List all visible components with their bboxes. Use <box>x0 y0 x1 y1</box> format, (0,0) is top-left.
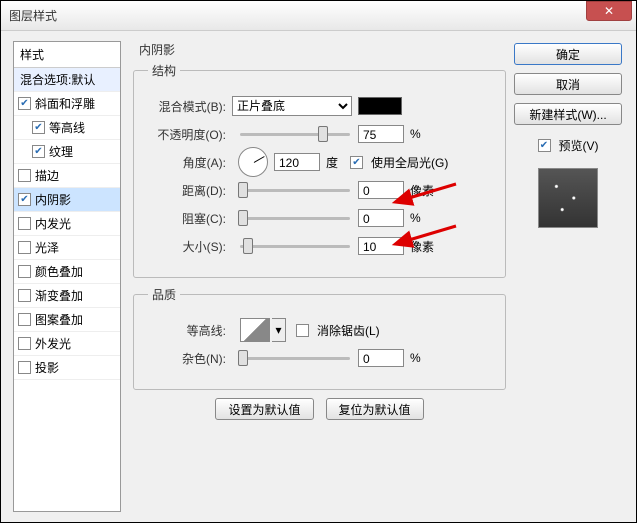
contour-dropdown-icon[interactable]: ▾ <box>272 318 286 342</box>
noise-input[interactable]: 0 <box>358 349 404 367</box>
panel-title: 内阴影 <box>133 41 506 58</box>
style-item-label: 内发光 <box>35 215 71 232</box>
style-item-9[interactable]: 图案叠加 <box>14 308 120 332</box>
blend-mode-select[interactable]: 正片叠底 <box>232 96 352 116</box>
ok-button[interactable]: 确定 <box>514 43 622 65</box>
close-icon: ✕ <box>604 4 614 18</box>
opacity-input[interactable]: 75 <box>358 125 404 143</box>
settings-panel: 内阴影 结构 混合模式(B): 正片叠底 不透明度(O): 75 % <box>129 41 510 512</box>
style-item-6[interactable]: 光泽 <box>14 236 120 260</box>
style-list[interactable]: 样式 混合选项:默认 ✔ 斜面和浮雕 ✔ 等高线 ✔ 纹理描边 ✔ 内阴影内发光光泽颜色叠加渐… <box>13 41 121 512</box>
blend-options-default[interactable]: 混合选项:默认 <box>14 68 120 92</box>
style-item-5[interactable]: 内发光 <box>14 212 120 236</box>
style-item-3[interactable]: 描边 <box>14 164 120 188</box>
make-default-button[interactable]: 设置为默认值 <box>215 398 313 420</box>
style-item-checkbox[interactable] <box>18 169 31 182</box>
dialog-buttons: 确定 取消 新建样式(W)... ✔ 预览(V) <box>510 41 626 512</box>
preview-thumbnail <box>538 168 598 228</box>
cancel-button[interactable]: 取消 <box>514 73 622 95</box>
style-item-checkbox[interactable] <box>18 313 31 326</box>
contour-label: 等高线: <box>148 322 226 339</box>
size-label: 大小(S): <box>148 238 226 255</box>
size-input[interactable]: 10 <box>358 237 404 255</box>
opacity-slider[interactable] <box>240 133 350 136</box>
style-item-checkbox[interactable]: ✔ <box>32 121 45 134</box>
close-button[interactable]: ✕ <box>586 1 632 21</box>
style-item-7[interactable]: 颜色叠加 <box>14 260 120 284</box>
style-item-label: 投影 <box>35 359 59 376</box>
style-item-label: 图案叠加 <box>35 311 83 328</box>
distance-unit: 像素 <box>410 182 450 199</box>
angle-unit: 度 <box>326 154 350 171</box>
style-item-label: 纹理 <box>49 143 73 160</box>
style-item-label: 颜色叠加 <box>35 263 83 280</box>
style-item-label: 光泽 <box>35 239 59 256</box>
window-title: 图层样式 <box>9 7 586 24</box>
style-item-checkbox[interactable] <box>18 289 31 302</box>
antialias-checkbox[interactable] <box>296 324 309 337</box>
style-item-label: 描边 <box>35 167 59 184</box>
style-item-label: 内阴影 <box>35 191 71 208</box>
style-item-checkbox[interactable] <box>18 337 31 350</box>
style-item-label: 等高线 <box>49 119 85 136</box>
noise-unit: % <box>410 351 450 365</box>
style-item-checkbox[interactable] <box>18 217 31 230</box>
size-slider[interactable] <box>240 245 350 248</box>
angle-label: 角度(A): <box>148 154 226 171</box>
size-unit: 像素 <box>410 238 450 255</box>
choke-label: 阻塞(C): <box>148 210 226 227</box>
blend-mode-label: 混合模式(B): <box>148 98 226 115</box>
style-item-checkbox[interactable]: ✔ <box>18 193 31 206</box>
style-item-2[interactable]: ✔ 纹理 <box>14 140 120 164</box>
distance-input[interactable]: 0 <box>358 181 404 199</box>
choke-unit: % <box>410 211 450 225</box>
distance-slider[interactable] <box>240 189 350 192</box>
style-item-label: 渐变叠加 <box>35 287 83 304</box>
preview-checkbox[interactable]: ✔ <box>538 139 551 152</box>
quality-legend: 品质 <box>148 286 180 303</box>
reset-default-button[interactable]: 复位为默认值 <box>326 398 424 420</box>
style-item-checkbox[interactable] <box>18 265 31 278</box>
choke-input[interactable]: 0 <box>358 209 404 227</box>
choke-slider[interactable] <box>240 217 350 220</box>
distance-label: 距离(D): <box>148 182 226 199</box>
antialias-label: 消除锯齿(L) <box>317 322 380 339</box>
style-item-11[interactable]: 投影 <box>14 356 120 380</box>
global-light-label: 使用全局光(G) <box>371 154 448 171</box>
layer-style-dialog: 图层样式 ✕ 样式 混合选项:默认 ✔ 斜面和浮雕 ✔ 等高线 ✔ 纹理描边 ✔ 内阴影内发光… <box>0 0 637 523</box>
noise-slider[interactable] <box>240 357 350 360</box>
style-item-1[interactable]: ✔ 等高线 <box>14 116 120 140</box>
angle-dial[interactable] <box>238 147 268 177</box>
noise-label: 杂色(N): <box>148 350 226 367</box>
style-item-0[interactable]: ✔ 斜面和浮雕 <box>14 92 120 116</box>
style-item-checkbox[interactable]: ✔ <box>32 145 45 158</box>
titlebar[interactable]: 图层样式 ✕ <box>1 1 636 31</box>
style-item-label: 斜面和浮雕 <box>35 95 95 112</box>
style-item-8[interactable]: 渐变叠加 <box>14 284 120 308</box>
opacity-label: 不透明度(O): <box>148 126 226 143</box>
opacity-unit: % <box>410 127 450 141</box>
quality-group: 品质 等高线: ▾ 消除锯齿(L) 杂色(N): 0 % <box>133 286 506 390</box>
contour-picker[interactable] <box>240 318 270 342</box>
style-item-checkbox[interactable]: ✔ <box>18 97 31 110</box>
style-item-checkbox[interactable] <box>18 361 31 374</box>
style-item-label: 外发光 <box>35 335 71 352</box>
preview-label: 预览(V) <box>559 137 599 154</box>
style-item-checkbox[interactable] <box>18 241 31 254</box>
global-light-checkbox[interactable]: ✔ <box>350 156 363 169</box>
shadow-color-swatch[interactable] <box>358 97 402 115</box>
style-item-4[interactable]: ✔ 内阴影 <box>14 188 120 212</box>
style-item-10[interactable]: 外发光 <box>14 332 120 356</box>
angle-input[interactable]: 120 <box>274 153 320 171</box>
structure-legend: 结构 <box>148 62 180 79</box>
new-style-button[interactable]: 新建样式(W)... <box>514 103 622 125</box>
style-list-header: 样式 <box>14 42 120 68</box>
structure-group: 结构 混合模式(B): 正片叠底 不透明度(O): 75 % 角度(A): <box>133 62 506 278</box>
